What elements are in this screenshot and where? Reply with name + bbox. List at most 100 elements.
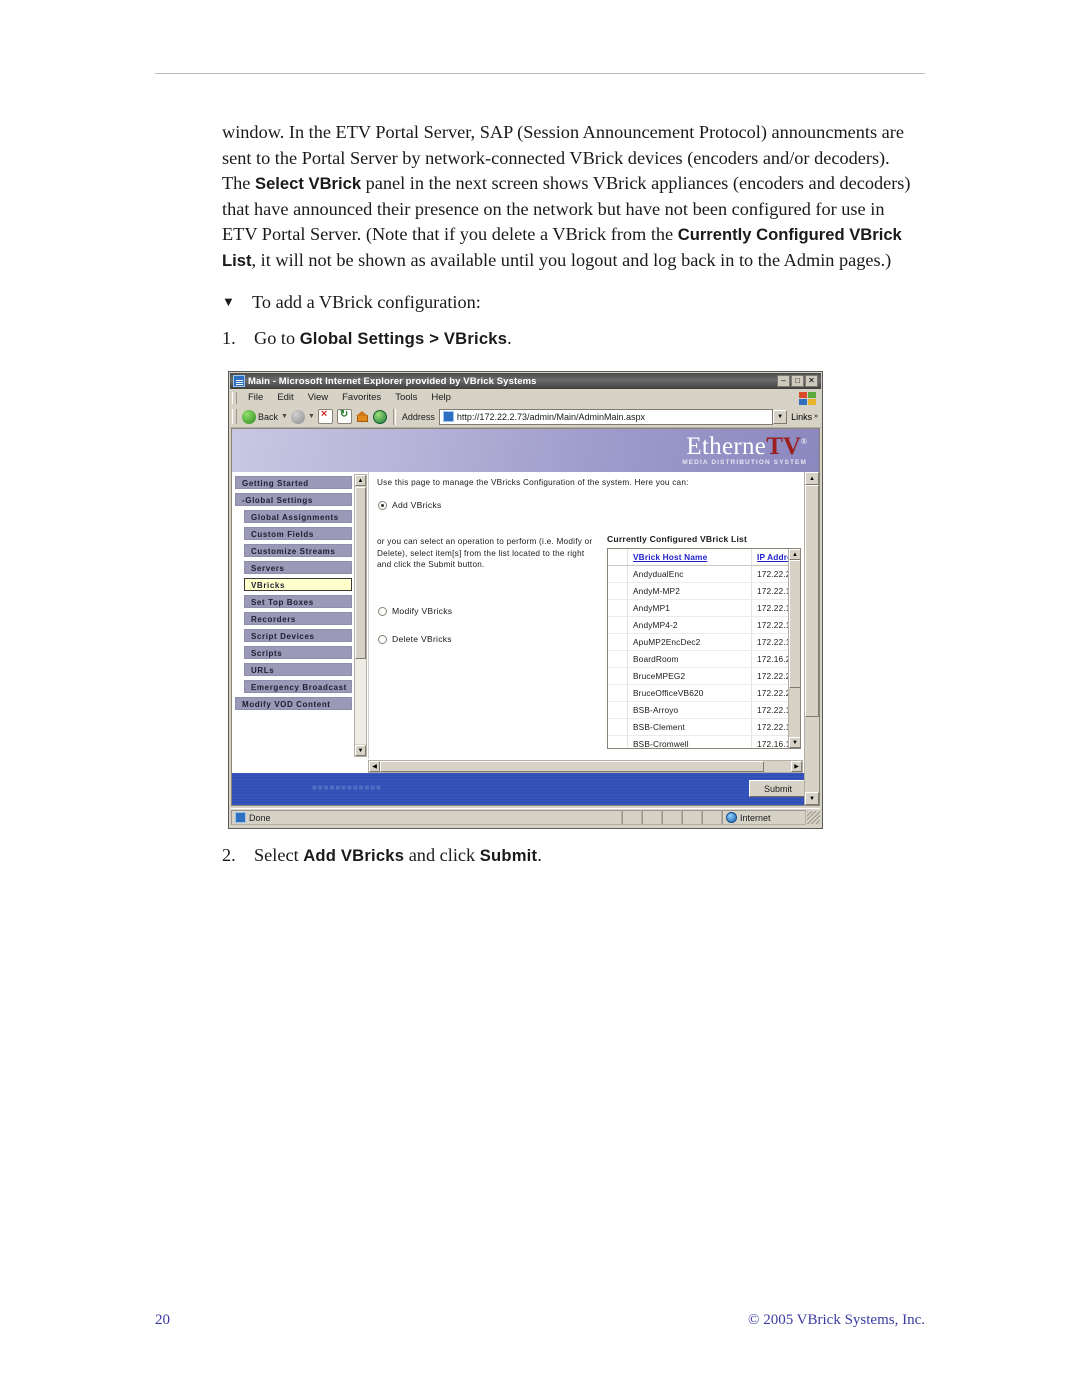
submit-button[interactable]: Submit [749, 780, 807, 797]
row-select-cell[interactable] [608, 582, 628, 600]
content-scroll-right-icon[interactable]: ▶ [791, 761, 802, 772]
menu-item-tools[interactable]: Tools [388, 391, 424, 404]
forward-button[interactable] [289, 409, 307, 424]
table-row[interactable]: BSB-Arroyo 172.22.127 [608, 701, 800, 719]
sidebar-scroll-up-icon[interactable]: ▲ [355, 475, 366, 486]
table-row[interactable]: AndyMP4-2 172.22.162 [608, 616, 800, 634]
browser-title-bar: Main - Microsoft Internet Explorer provi… [230, 373, 821, 389]
sidebar-item-scripts[interactable]: Scripts [244, 646, 352, 659]
table-row[interactable]: BSB-Cromwell 172.16.127 [608, 735, 800, 748]
row-select-cell[interactable] [608, 599, 628, 617]
row-select-cell[interactable] [608, 735, 628, 748]
cell-host-name: AndyM-MP2 [627, 582, 752, 600]
content-scroll-thumb[interactable] [380, 761, 764, 772]
sidebar-item-modify-vod-content[interactable]: Modify VOD Content [235, 697, 352, 710]
radio-modify-vbricks[interactable]: Modify VBricks [378, 606, 452, 616]
vbrick-list-scroll-thumb[interactable] [789, 560, 800, 688]
sidebar-item-custom-fields[interactable]: Custom Fields [244, 527, 352, 540]
address-dropdown-chevron-icon[interactable]: ▼ [773, 409, 788, 424]
menu-item-favorites[interactable]: Favorites [335, 391, 388, 404]
sidebar-item-servers[interactable]: Servers [244, 561, 352, 574]
toolbar-grip-handle[interactable] [232, 409, 237, 424]
table-row[interactable]: ApuMP2EncDec2 172.22.116 [608, 633, 800, 651]
sidebar-item-vbricks[interactable]: VBricks [244, 578, 352, 591]
refresh-button[interactable] [335, 409, 354, 424]
table-row[interactable]: BoardRoom 172.16.2.20 [608, 650, 800, 668]
minimize-button[interactable]: – [777, 375, 790, 387]
row-select-cell[interactable] [608, 616, 628, 634]
stop-icon [317, 408, 333, 424]
menu-item-edit[interactable]: Edit [270, 391, 300, 404]
sidebar-scroll-track[interactable] [355, 659, 366, 744]
sidebar-item-recorders[interactable]: Recorders [244, 612, 352, 625]
row-select-cell[interactable] [608, 684, 628, 702]
sidebar-menu: Getting Started -Global Settings Global As… [235, 476, 352, 714]
media-button[interactable] [371, 409, 389, 424]
menu-item-file[interactable]: File [241, 391, 270, 404]
page-footer: 20 © 2005 VBrick Systems, Inc. [155, 1312, 925, 1332]
sidebar-item-set-top-boxes[interactable]: Set Top Boxes [244, 595, 352, 608]
sidebar-item-script-devices[interactable]: Script Devices [244, 629, 352, 642]
row-select-cell[interactable] [608, 701, 628, 719]
maximize-button[interactable]: □ [791, 375, 804, 387]
table-header-host-name[interactable]: VBrick Host Name [627, 549, 752, 566]
vbrick-list-scroll-down-icon[interactable]: ▼ [789, 737, 800, 748]
page-vertical-scrollbar[interactable]: ▲ ▼ [804, 472, 819, 805]
back-button[interactable]: Back [240, 409, 280, 424]
cell-host-name: ApuMP2EncDec2 [627, 633, 752, 651]
row-select-cell[interactable] [608, 650, 628, 668]
security-zone-pane[interactable]: Internet [722, 810, 806, 825]
configured-vbrick-list-title: Currently Configured VBrick List [607, 534, 748, 544]
close-button[interactable]: ✕ [805, 375, 818, 387]
sidebar-item-customize-streams[interactable]: Customize Streams [244, 544, 352, 557]
radio-add-vbricks-icon[interactable] [378, 500, 387, 510]
internet-zone-icon [726, 812, 737, 823]
stop-button[interactable] [316, 408, 335, 424]
page-scroll-up-icon[interactable]: ▲ [805, 472, 819, 485]
content-horizontal-scrollbar[interactable]: ◀ ▶ [368, 760, 803, 773]
links-button[interactable]: Links » [788, 412, 821, 422]
resize-grip-icon[interactable] [807, 811, 820, 824]
home-button[interactable] [354, 410, 371, 423]
menu-item-view[interactable]: View [301, 391, 335, 404]
sidebar-scroll-down-icon[interactable]: ▼ [355, 745, 366, 756]
row-select-cell[interactable] [608, 667, 628, 685]
address-input[interactable]: http://172.22.2.73/admin/Main/AdminMain.… [438, 408, 774, 425]
radio-delete-vbricks[interactable]: Delete VBricks [378, 634, 452, 644]
row-select-cell[interactable] [608, 633, 628, 651]
table-row[interactable]: BruceMPEG2 172.22.2.33 [608, 667, 800, 685]
back-dropdown-chevron-icon[interactable]: ▼ [280, 413, 289, 420]
cell-host-name: AndyMP4-2 [627, 616, 752, 634]
logo-tagline: MEDIA DISTRIBUTION SYSTEM [682, 459, 807, 466]
radio-modify-vbricks-icon[interactable] [378, 606, 387, 616]
sidebar-item-emergency-broadcast[interactable]: Emergency Broadcast [244, 680, 352, 693]
cell-host-name: AndyMP1 [627, 599, 752, 617]
sidebar-item-global-assignments[interactable]: Global Assignments [244, 510, 352, 523]
forward-dropdown-chevron-icon[interactable]: ▼ [307, 413, 316, 420]
vbrick-list-scroll-up-icon[interactable]: ▲ [789, 549, 800, 560]
menu-grip-handle[interactable] [232, 391, 237, 404]
row-select-cell[interactable] [608, 565, 628, 583]
table-row[interactable]: AndydualEnc 172.22.2.4 [608, 565, 800, 583]
sidebar-item-urls[interactable]: URLs [244, 663, 352, 676]
row-select-cell[interactable] [608, 718, 628, 736]
table-row[interactable]: AndyM-MP2 172.22.162 [608, 582, 800, 600]
configured-vbrick-listbox: VBrick Host Name IP Address AndydualEnc 1… [607, 548, 801, 749]
table-row[interactable]: BSB-Clement 172.22.127 [608, 718, 800, 736]
sidebar-item-getting-started[interactable]: Getting Started [235, 476, 352, 489]
radio-add-vbricks[interactable]: Add VBricks [378, 500, 442, 510]
table-row[interactable]: AndyMP1 172.22.162 [608, 599, 800, 617]
radio-delete-vbricks-icon[interactable] [378, 634, 387, 644]
address-page-icon [442, 411, 454, 422]
radio-add-vbricks-label: Add VBricks [392, 500, 442, 510]
sidebar-scroll-thumb[interactable] [355, 487, 366, 659]
menu-item-help[interactable]: Help [424, 391, 458, 404]
page-scroll-down-icon[interactable]: ▼ [805, 792, 819, 805]
vbrick-list-scrollbar[interactable]: ▲ ▼ [788, 549, 800, 748]
sidebar-item-global-settings[interactable]: -Global Settings [235, 493, 352, 506]
sidebar-scrollbar[interactable]: ▲ ▼ [354, 474, 367, 757]
procedure-title: To add a VBrick configuration: [252, 292, 481, 312]
content-scroll-left-icon[interactable]: ◀ [369, 761, 380, 772]
page-scroll-thumb[interactable] [805, 485, 819, 717]
table-row[interactable]: BruceOfficeVB620 172.22.2.96 [608, 684, 800, 702]
